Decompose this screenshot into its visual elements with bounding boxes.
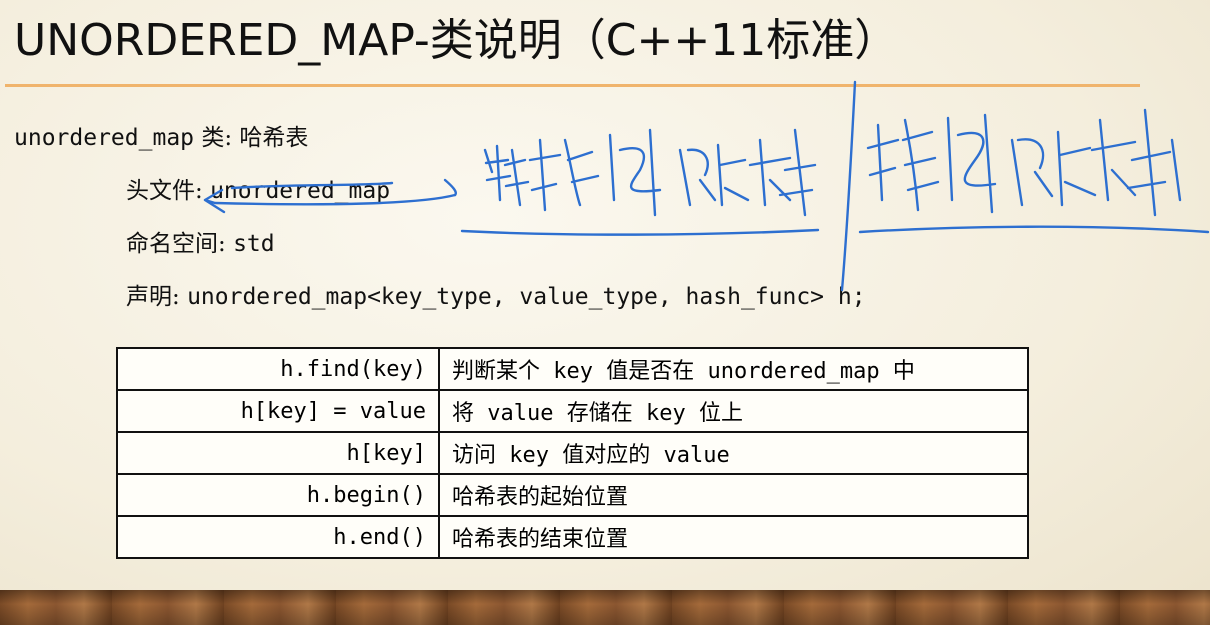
namespace-value: std (233, 231, 275, 257)
wood-floor-shade (0, 590, 1210, 625)
namespace-label: 命名空间: (126, 231, 226, 257)
declaration-value: unordered_map<key_type, value_type, hash… (187, 284, 866, 310)
slide-title: UNORDERED_MAP-类说明（C++11标准） (14, 15, 899, 66)
api-function: h.find(key) (116, 347, 440, 391)
api-function: h[key] (116, 431, 440, 475)
table-row: h.end() 哈希表的结束位置 (116, 515, 1029, 559)
table-row: h[key] = value 将 value 存储在 key 位上 (116, 389, 1029, 433)
api-description: 判断某个 key 值是否在 unordered_map 中 (438, 347, 1029, 391)
title-underline (5, 84, 1140, 87)
table-row: h.find(key) 判断某个 key 值是否在 unordered_map … (116, 347, 1029, 391)
table-row: h.begin() 哈希表的起始位置 (116, 473, 1029, 517)
api-description: 访问 key 值对应的 value (438, 431, 1029, 475)
declaration-line: 声明: unordered_map<key_type, value_type, … (126, 277, 866, 311)
intro-text: 类: 哈希表 (201, 125, 309, 151)
header-file-line: 头文件: unordered_map (126, 171, 390, 205)
declaration-label: 声明: (126, 284, 180, 310)
namespace-line: 命名空间: std (126, 224, 275, 258)
api-function: h.begin() (116, 473, 440, 517)
table-row: h[key] 访问 key 值对应的 value (116, 431, 1029, 475)
api-function: h.end() (116, 515, 440, 559)
api-description: 将 value 存储在 key 位上 (438, 389, 1029, 433)
header-file-label: 头文件: (126, 178, 203, 204)
api-function: h[key] = value (116, 389, 440, 433)
api-table: h.find(key) 判断某个 key 值是否在 unordered_map … (116, 347, 1029, 559)
intro-line: unordered_map 类: 哈希表 (14, 118, 308, 152)
header-file-value: unordered_map (210, 178, 391, 204)
api-description: 哈希表的结束位置 (438, 515, 1029, 559)
api-description: 哈希表的起始位置 (438, 473, 1029, 517)
intro-code: unordered_map (14, 125, 195, 151)
